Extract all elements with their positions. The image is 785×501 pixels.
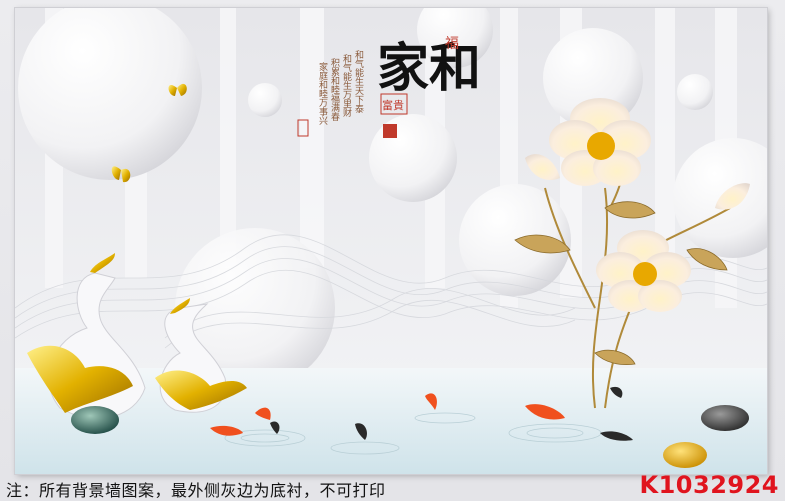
product-code: K1032924 <box>639 471 779 499</box>
stamp-fugui: 富貴 <box>382 98 404 112</box>
poem-line: 家庭和睦万事兴 <box>317 61 328 126</box>
poem-line: 和气能生万里财 <box>341 54 352 118</box>
black-stone <box>701 405 749 431</box>
printing-notice: 注：所有背景墙图案，最外侧灰边为底衬，不可打印 <box>6 481 386 500</box>
mural-artwork: 家和 福 富貴 和气能生天下泰 和气能生万里财 积累和睦福满春 家庭和睦万事兴 <box>15 8 767 474</box>
gold-stone <box>663 442 707 468</box>
jade-stone <box>71 406 119 434</box>
seal-fu: 福 <box>445 36 459 52</box>
background-frame: 家和 福 富貴 和气能生天下泰 和气能生万里财 积累和睦福满春 家庭和睦万事兴 … <box>0 0 785 501</box>
poem-line: 和气能生天下泰 <box>353 50 364 113</box>
poem-line: 积累和睦福满春 <box>329 57 340 122</box>
calligraphy-title: 家和 <box>377 38 481 99</box>
